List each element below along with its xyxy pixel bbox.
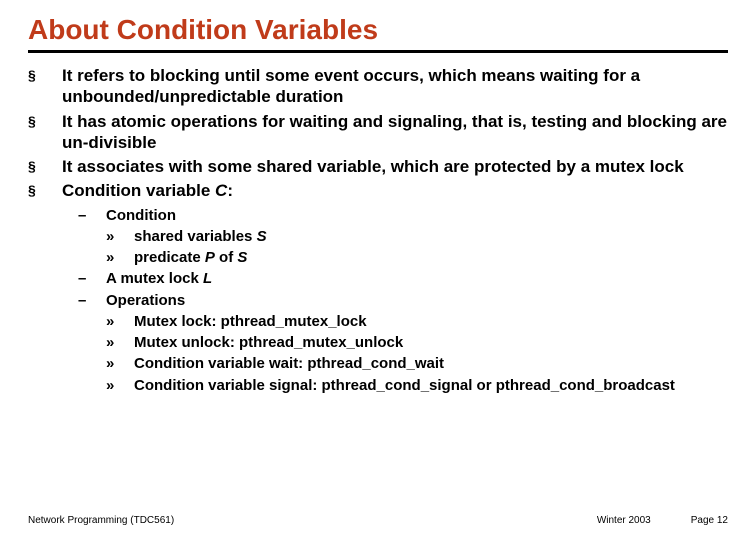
text-run: of: [215, 249, 238, 266]
square-bullet-icon: §: [28, 65, 62, 85]
sub-item: – Operations: [78, 291, 728, 311]
sub-sub-item: » Mutex unlock: pthread_mutex_unlock: [106, 333, 728, 353]
dash-bullet-icon: –: [78, 291, 106, 311]
sub-sub-text: Mutex unlock: pthread_mutex_unlock: [134, 333, 728, 353]
raquo-bullet-icon: »: [106, 248, 134, 268]
dash-bullet-icon: –: [78, 269, 106, 289]
sub-sub-item: » Mutex lock: pthread_mutex_lock: [106, 312, 728, 332]
italic-var: C: [215, 181, 227, 200]
bullet-item: § Condition variable C:: [28, 180, 728, 201]
sub-sub-text: predicate P of S: [134, 248, 728, 268]
sub-list: – Condition » shared variables S » predi…: [78, 206, 728, 396]
slide-title: About Condition Variables: [28, 14, 728, 46]
sub-item: – A mutex lock L: [78, 269, 728, 289]
sub-sub-text: shared variables S: [134, 227, 728, 247]
bullet-text: It associates with some shared variable,…: [62, 156, 728, 177]
sub-sub-item: » predicate P of S: [106, 248, 728, 268]
sub-sub-list: » Mutex lock: pthread_mutex_lock » Mutex…: [106, 312, 728, 396]
italic-var: S: [257, 228, 267, 245]
slide: About Condition Variables § It refers to…: [0, 0, 756, 540]
title-rule: [28, 50, 728, 53]
bullet-item: § It refers to blocking until some event…: [28, 65, 728, 108]
sub-sub-text: Condition variable signal: pthread_cond_…: [134, 376, 728, 396]
footer-left: Network Programming (TDC561): [28, 515, 174, 526]
square-bullet-icon: §: [28, 111, 62, 131]
square-bullet-icon: §: [28, 156, 62, 176]
text-run: predicate: [134, 249, 205, 266]
raquo-bullet-icon: »: [106, 376, 134, 396]
raquo-bullet-icon: »: [106, 312, 134, 332]
bullet-item: § It associates with some shared variabl…: [28, 156, 728, 177]
bullet-list: § It refers to blocking until some event…: [28, 65, 728, 202]
sub-text: Operations: [106, 291, 728, 311]
sub-sub-text: Condition variable wait: pthread_cond_wa…: [134, 354, 728, 374]
bullet-text: Condition variable C:: [62, 180, 728, 201]
sub-text: Condition: [106, 206, 728, 226]
sub-item: – Condition: [78, 206, 728, 226]
raquo-bullet-icon: »: [106, 227, 134, 247]
sub-sub-item: » Condition variable wait: pthread_cond_…: [106, 354, 728, 374]
italic-var: L: [203, 270, 212, 287]
bullet-text: It refers to blocking until some event o…: [62, 65, 728, 108]
italic-var: P: [205, 249, 215, 266]
sub-sub-item: » shared variables S: [106, 227, 728, 247]
footer-page: Page 12: [691, 515, 728, 526]
bullet-item: § It has atomic operations for waiting a…: [28, 111, 728, 154]
text-run: A mutex lock: [106, 270, 203, 287]
italic-var: S: [237, 249, 247, 266]
dash-bullet-icon: –: [78, 206, 106, 226]
sub-sub-text: Mutex lock: pthread_mutex_lock: [134, 312, 728, 332]
footer-right: Winter 2003 Page 12: [597, 515, 728, 526]
footer-term: Winter 2003: [597, 515, 651, 526]
sub-sub-item: » Condition variable signal: pthread_con…: [106, 376, 728, 396]
bullet-text: It has atomic operations for waiting and…: [62, 111, 728, 154]
square-bullet-icon: §: [28, 180, 62, 200]
footer: Network Programming (TDC561) Winter 2003…: [28, 515, 728, 526]
text-run: shared variables: [134, 228, 257, 245]
sub-text: A mutex lock L: [106, 269, 728, 289]
text-run: Condition variable: [62, 181, 215, 200]
raquo-bullet-icon: »: [106, 333, 134, 353]
raquo-bullet-icon: »: [106, 354, 134, 374]
text-run: :: [227, 181, 233, 200]
sub-sub-list: » shared variables S » predicate P of S: [106, 227, 728, 269]
